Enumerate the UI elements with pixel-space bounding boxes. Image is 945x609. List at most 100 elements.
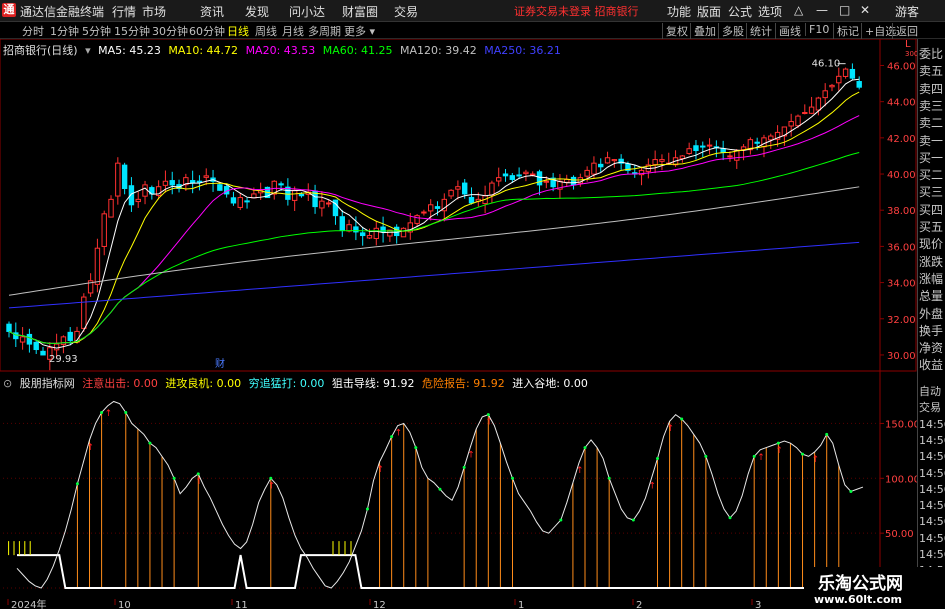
period-daily[interactable]: 日线 (227, 23, 249, 39)
tool-mark[interactable]: 标记 (833, 23, 859, 39)
tool-multi[interactable]: 多股 (718, 23, 744, 39)
side-9[interactable]: 买四 (919, 202, 945, 218)
tool-draw[interactable]: 画线 (775, 23, 801, 39)
side-lower-6[interactable]: 14:56 (919, 482, 945, 498)
period-weekly[interactable]: 周线 (255, 23, 277, 39)
side-lower-2[interactable]: 14:56 (919, 417, 945, 433)
high-annotation: 46.10 (812, 59, 841, 70)
side-3[interactable]: 卖三 (919, 98, 945, 114)
side-7[interactable]: 买二 (919, 167, 945, 183)
side-18[interactable]: 收益 (919, 357, 945, 373)
minimize-icon[interactable]: — (816, 3, 828, 17)
candle-body (346, 224, 352, 232)
green-dot (510, 476, 514, 480)
ma120-line (8, 186, 860, 296)
green-dot (75, 482, 79, 486)
period-monthly[interactable]: 月线 (282, 23, 304, 39)
menu-news[interactable]: 资讯 (200, 3, 224, 20)
side-0[interactable]: 委比 (919, 46, 945, 62)
side-lower-4[interactable]: 14:56 (919, 449, 945, 465)
side-8[interactable]: 买三 (919, 184, 945, 200)
buy-arrow: ↑ (775, 446, 783, 456)
ma120-label: MA120: 39.42 (400, 44, 477, 57)
sub-label: 150.00 (885, 419, 917, 430)
side-13[interactable]: 涨幅 (919, 271, 945, 287)
side-lower-10[interactable]: 14:56 (919, 547, 945, 563)
tool-stats[interactable]: 统计 (746, 23, 772, 39)
candle-body (203, 175, 209, 178)
period-1min[interactable]: 1分钟 (50, 23, 79, 39)
candle-body (366, 235, 373, 239)
side-2[interactable]: 卖四 (919, 81, 945, 97)
period-60min[interactable]: 60分钟 (189, 23, 225, 39)
side-lower-8[interactable]: 14:56 (919, 514, 945, 530)
tool-watchlist[interactable]: +自选 (861, 23, 896, 39)
triangle-icon[interactable]: △ (794, 3, 803, 17)
ma5-line (8, 78, 860, 349)
side-12[interactable]: 涨跌 (919, 254, 945, 270)
candle-body (244, 200, 250, 203)
side-lower-7[interactable]: 14:56 (919, 498, 945, 514)
candle-body (53, 343, 60, 351)
period-multi[interactable]: 多周期 (308, 23, 341, 39)
menu-function[interactable]: 功能 (667, 3, 691, 20)
login-warning[interactable]: 证券交易未登录 招商银行 (514, 3, 639, 19)
side-lower-0[interactable]: 自动 (919, 384, 945, 400)
menu-discover[interactable]: 发现 (245, 3, 269, 20)
watermark-title: 乐淘公式网 (818, 574, 903, 594)
candle-body (564, 178, 570, 183)
tool-adjust[interactable]: 复权 (662, 23, 688, 39)
side-lower-3[interactable]: 14:56 (919, 433, 945, 449)
period-30min[interactable]: 30分钟 (152, 23, 188, 39)
menu-assistant[interactable]: 问小达 (289, 3, 325, 20)
maximize-icon[interactable]: □ (839, 3, 850, 17)
kline-chart-svg[interactable]: 46.00 44.00 42.00 40.00 38.00 36.00 34.00 32.00… (0, 39, 917, 609)
menu-formula[interactable]: 公式 (728, 3, 752, 20)
candle-body (26, 333, 33, 345)
menu-quotes[interactable]: 行情 (112, 3, 136, 20)
side-5[interactable]: 卖一 (919, 133, 945, 149)
period-5min[interactable]: 5分钟 (82, 23, 111, 39)
period-more[interactable]: 更多 ▾ (344, 23, 375, 39)
tool-back[interactable]: 返回 (892, 23, 918, 39)
side-17[interactable]: 净资 (919, 340, 945, 356)
candle-body (727, 155, 733, 158)
candle-body (60, 336, 67, 346)
user-label[interactable]: 游客 (895, 3, 919, 20)
green-dot (486, 413, 490, 417)
side-lower-1[interactable]: 交易 (919, 400, 945, 416)
side-1[interactable]: 卖五 (919, 63, 945, 79)
low-annotation: 29.93 (49, 354, 78, 365)
price-label: 34.00 (887, 279, 916, 290)
price-label: 30.00 (887, 351, 916, 362)
dropdown-icon[interactable]: ▾ (85, 44, 91, 57)
menu-options[interactable]: 选项 (758, 3, 782, 20)
close-icon[interactable]: ✕ (860, 3, 870, 17)
candle-body (720, 148, 726, 153)
menu-wealth[interactable]: 财富圈 (342, 3, 378, 20)
period-tick[interactable]: 分时 (22, 23, 44, 39)
tool-overlay[interactable]: 叠加 (690, 23, 716, 39)
main-frame (0, 39, 917, 372)
side-14[interactable]: 总量 (919, 288, 945, 304)
price-label: 44.00 (887, 98, 916, 109)
menu-layout[interactable]: 版面 (697, 3, 721, 20)
menu-trade[interactable]: 交易 (394, 3, 418, 20)
side-6[interactable]: 买一 (919, 150, 945, 166)
side-15[interactable]: 外盘 (919, 306, 945, 322)
side-11[interactable]: 现价 (919, 236, 945, 252)
period-15min[interactable]: 15分钟 (114, 23, 150, 39)
side-16[interactable]: 换手 (919, 323, 945, 339)
date-label: 10 (118, 600, 131, 609)
buy-arrow: ↑ (812, 455, 820, 465)
side-lower-9[interactable]: 14:56 (919, 531, 945, 547)
side-10[interactable]: 买五 (919, 219, 945, 235)
chart-area[interactable]: 46.00 44.00 42.00 40.00 38.00 36.00 34.00 32.00… (0, 39, 917, 609)
settings-icon[interactable]: ⊙ (3, 377, 12, 390)
candle-body (400, 227, 407, 238)
menu-market[interactable]: 市场 (142, 3, 166, 20)
tool-f10[interactable]: F10 (805, 23, 829, 36)
side-lower-5[interactable]: 14:56 (919, 466, 945, 482)
date-label: 2024年 (11, 598, 46, 609)
side-4[interactable]: 卖二 (919, 115, 945, 131)
